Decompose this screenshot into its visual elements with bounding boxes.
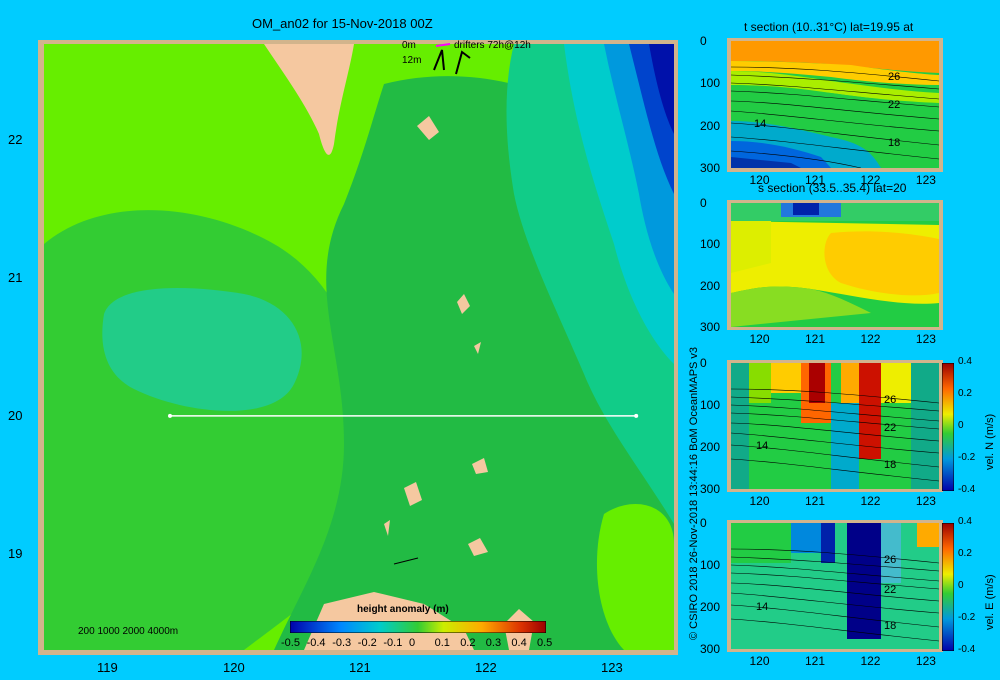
vel-e-colorbar: [942, 523, 954, 651]
colorbar-tick: -0.3: [332, 637, 352, 649]
section-y-tick: 300: [700, 161, 721, 175]
colorbar-title: height anomaly (m): [357, 604, 449, 615]
vel-colorbar-tick: 0: [958, 580, 964, 591]
map-x-tick-120: 120: [223, 660, 245, 675]
colorbar-tick: -0.2: [357, 637, 377, 649]
section-y-tick: 300: [700, 482, 721, 496]
vel-n-label: vel. N (m/s): [984, 413, 996, 470]
colorbar-tick: 0.5: [537, 637, 553, 649]
ve-section-plot: [731, 523, 939, 649]
colorbar-tick: -0.4: [306, 637, 326, 649]
section-y-tick: 100: [700, 558, 721, 572]
ve-contour-label-22: 22: [884, 584, 897, 596]
t-contour-label-22: 22: [888, 99, 901, 111]
section-x-tick: 120: [749, 173, 770, 187]
section-y-tick: 0: [700, 516, 707, 530]
section-x-tick: 120: [749, 654, 770, 668]
section-y-tick: 200: [700, 600, 721, 614]
map-x-tick-119: 119: [97, 660, 118, 675]
map-y-tick-21: 21: [8, 270, 23, 286]
section-y-tick: 200: [700, 440, 721, 454]
map-x-tick-122: 122: [475, 660, 497, 675]
ve-contour-label-26: 26: [884, 554, 897, 566]
t-section-plot: [731, 41, 939, 168]
section-x-tick: 120: [749, 332, 770, 346]
vel-colorbar-tick: 0.4: [958, 356, 972, 367]
section-x-tick: 123: [915, 494, 936, 508]
bathymetry-legend: 200 1000 2000 4000m: [78, 626, 179, 637]
section-y-tick: 200: [700, 118, 721, 133]
vn-contour-label-18: 18: [884, 459, 897, 471]
colorbar-tick: 0: [409, 637, 416, 649]
section-x-tick: 121: [804, 654, 825, 668]
t-section-title: t section (10..31°C) lat=19.95 at: [744, 20, 914, 34]
height-colorbar: [290, 621, 546, 633]
s-section-title: s section (33.5..35.4) lat=20: [758, 181, 907, 195]
map-y-tick-22: 22: [8, 132, 23, 148]
section-y-tick: 0: [700, 196, 707, 210]
section-x-tick: 121: [804, 332, 825, 346]
section-x-tick: 123: [915, 654, 936, 668]
colorbar-tick: 0.4: [511, 637, 527, 649]
t-contour-label-18: 18: [888, 137, 901, 149]
section-y-tick: 300: [700, 642, 721, 656]
colorbar-tick: 0.3: [485, 637, 502, 649]
section-y-tick: 0: [700, 356, 707, 370]
map-y-tick-20: 20: [8, 407, 23, 423]
s-section-plot: [731, 203, 939, 327]
vel-colorbar-tick: -0.4: [958, 644, 976, 655]
section-x-tick: 121: [804, 173, 825, 187]
section-x-tick: 122: [860, 332, 881, 346]
colorbar-tick: 0.2: [460, 637, 476, 649]
section-x-tick: 123: [915, 332, 936, 346]
map-x-tick-121: 121: [349, 660, 371, 675]
section-y-tick: 200: [700, 278, 721, 293]
map-x-tick-123: 123: [601, 660, 623, 675]
vel-colorbar-tick: -0.2: [958, 612, 976, 623]
credit-text: © CSIRO 2018 26-Nov-2018 13:44:16 BoM Oc…: [688, 346, 700, 640]
section-y-tick: 100: [700, 237, 721, 252]
section-x-tick: 120: [749, 494, 770, 508]
colorbar-tick: -0.1: [383, 637, 403, 649]
section-y-tick: 100: [700, 76, 721, 91]
colorbar-tick: 0.1: [434, 637, 450, 649]
section-x-tick: 122: [860, 654, 881, 668]
ve-contour-label-18: 18: [884, 620, 897, 632]
section-x-tick: 122: [860, 173, 881, 187]
vn-contour-label-22: 22: [884, 422, 897, 434]
t-contour-label-14: 14: [754, 118, 767, 130]
section-y-tick: 300: [700, 320, 721, 334]
vel-colorbar-tick: 0.2: [958, 548, 972, 559]
section-x-tick: 121: [804, 494, 825, 508]
vel-colorbar-tick: -0.2: [958, 452, 976, 463]
map-y-tick-19: 19: [8, 545, 23, 561]
vn-contour-label-14: 14: [756, 440, 769, 452]
section-y-tick: 0: [700, 34, 707, 48]
vel-colorbar-tick: 0.4: [958, 516, 972, 527]
t-contour-label-26: 26: [888, 71, 901, 83]
vel-colorbar-tick: 0.2: [958, 388, 972, 399]
section-y-tick: 100: [700, 398, 721, 412]
vn-section-plot: [731, 363, 939, 489]
vel-colorbar-tick: -0.4: [958, 484, 976, 495]
vel-e-label: vel. E (m/s): [984, 574, 996, 630]
colorbar-tick: -0.5: [281, 637, 300, 649]
vel-colorbar-tick: 0: [958, 420, 964, 431]
section-x-tick: 123: [915, 173, 936, 187]
ve-contour-label-14: 14: [756, 601, 769, 613]
vn-contour-label-26: 26: [884, 394, 897, 406]
vel-n-colorbar: [942, 363, 954, 491]
section-x-tick: 122: [860, 494, 881, 508]
